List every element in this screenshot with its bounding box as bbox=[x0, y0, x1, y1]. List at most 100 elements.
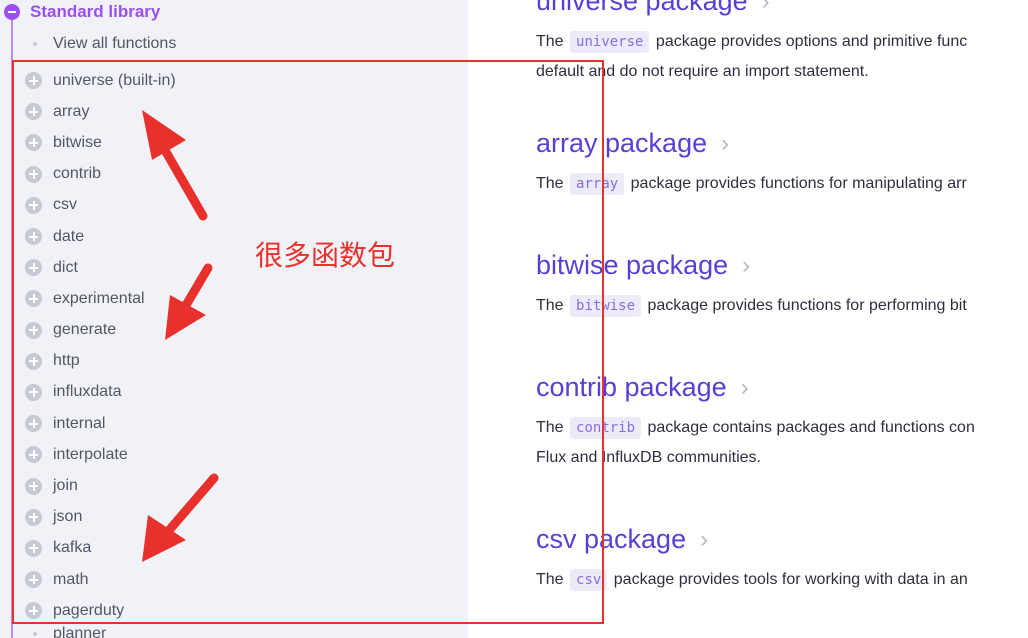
package-list: universe (built-in) array bitwise contrib cs… bbox=[25, 65, 176, 626]
sidebar-item-label[interactable]: csv bbox=[53, 196, 77, 214]
expand-plus-icon[interactable] bbox=[25, 321, 42, 339]
package-title[interactable]: universe package bbox=[536, 0, 748, 17]
sidebar-item-influxdata[interactable]: influxdata bbox=[25, 377, 176, 408]
package-section: universe package › The universe package pr… bbox=[536, 0, 1028, 87]
sidebar-item-label[interactable]: kafka bbox=[53, 539, 91, 557]
expand-plus-icon[interactable] bbox=[25, 571, 42, 589]
sidebar-item-internal[interactable]: internal bbox=[25, 408, 176, 439]
chevron-right-icon: › bbox=[742, 251, 751, 279]
section-label[interactable]: Standard library bbox=[30, 2, 160, 22]
sidebar-item-date[interactable]: date bbox=[25, 221, 176, 252]
sidebar-item-join[interactable]: join bbox=[25, 470, 176, 501]
description-text: package provides functions for performin… bbox=[647, 297, 967, 314]
view-all-label[interactable]: View all functions bbox=[53, 35, 176, 53]
expand-plus-icon[interactable] bbox=[25, 352, 42, 370]
description-text: package contains packages and functions … bbox=[647, 419, 975, 436]
chevron-right-icon: › bbox=[721, 129, 730, 157]
bullet-icon bbox=[33, 42, 37, 46]
chevron-right-icon: › bbox=[740, 373, 749, 401]
expand-plus-icon[interactable] bbox=[25, 103, 42, 121]
package-description: The array package provides functions for… bbox=[536, 169, 1028, 199]
sidebar-item-array[interactable]: array bbox=[25, 96, 176, 127]
sidebar-item-universe[interactable]: universe (built-in) bbox=[25, 65, 176, 96]
expand-plus-icon[interactable] bbox=[25, 72, 42, 90]
expand-plus-icon[interactable] bbox=[25, 539, 42, 557]
sidebar-item-label[interactable]: pagerduty bbox=[53, 602, 124, 620]
expand-plus-icon[interactable] bbox=[25, 134, 42, 152]
sidebar-item-pagerduty[interactable]: pagerduty bbox=[25, 595, 176, 626]
sidebar-item-label[interactable]: contrib bbox=[53, 165, 101, 183]
expand-plus-icon[interactable] bbox=[25, 508, 42, 526]
expand-plus-icon[interactable] bbox=[25, 228, 42, 246]
description-text: The bbox=[536, 33, 564, 50]
collapse-minus-icon[interactable] bbox=[4, 4, 20, 20]
sidebar-item-label[interactable]: generate bbox=[53, 321, 116, 339]
sidebar-item-contrib[interactable]: contrib bbox=[25, 159, 176, 190]
sidebar-item-label[interactable]: planner bbox=[53, 625, 106, 638]
package-section: bitwise package › The bitwise package prov… bbox=[536, 250, 1028, 321]
sidebar-item-http[interactable]: http bbox=[25, 346, 176, 377]
sidebar-item-label[interactable]: math bbox=[53, 571, 89, 589]
package-description-line2: Flux and InfluxDB communities. bbox=[536, 449, 761, 466]
expand-plus-icon[interactable] bbox=[25, 602, 42, 620]
sidebar-item-label[interactable]: date bbox=[53, 228, 84, 246]
expand-plus-icon[interactable] bbox=[25, 259, 42, 277]
sidebar-item-kafka[interactable]: kafka bbox=[25, 533, 176, 564]
description-text: package provides tools for working with … bbox=[613, 571, 968, 588]
sidebar-item-bitwise[interactable]: bitwise bbox=[25, 127, 176, 158]
standard-library-toggle[interactable]: Standard library bbox=[4, 2, 160, 22]
sidebar-item-label[interactable]: array bbox=[53, 103, 89, 121]
expand-plus-icon[interactable] bbox=[25, 165, 42, 183]
description-text: package provides functions for manipulat… bbox=[630, 175, 967, 192]
chevron-right-icon: › bbox=[761, 0, 770, 15]
sidebar-item-label[interactable]: dict bbox=[53, 259, 78, 277]
package-title[interactable]: array package bbox=[536, 128, 707, 159]
sidebar-item-interpolate[interactable]: interpolate bbox=[25, 439, 176, 470]
sidebar-item-label[interactable]: bitwise bbox=[53, 134, 102, 152]
sidebar-item-label[interactable]: experimental bbox=[53, 290, 145, 308]
expand-plus-icon[interactable] bbox=[25, 290, 42, 308]
package-code: csv bbox=[570, 569, 608, 591]
sidebar-item-label[interactable]: internal bbox=[53, 415, 105, 433]
description-text: The bbox=[536, 419, 564, 436]
package-description-line2: default and do not require an import sta… bbox=[536, 63, 869, 80]
expand-plus-icon[interactable] bbox=[25, 477, 42, 495]
package-title-link[interactable]: contrib package › bbox=[536, 372, 1028, 403]
expand-plus-icon[interactable] bbox=[25, 415, 42, 433]
package-description: The universe package provides options an… bbox=[536, 27, 1028, 57]
package-code: bitwise bbox=[570, 295, 642, 317]
package-title[interactable]: bitwise package bbox=[536, 250, 728, 281]
sidebar-item-generate[interactable]: generate bbox=[25, 315, 176, 346]
chevron-right-icon: › bbox=[700, 525, 709, 553]
package-title[interactable]: csv package bbox=[536, 524, 686, 555]
package-title-link[interactable]: universe package › bbox=[536, 0, 1028, 17]
sidebar-item-label[interactable]: json bbox=[53, 508, 82, 526]
sidebar-item-label[interactable]: influxdata bbox=[53, 383, 122, 401]
sidebar-item-dict[interactable]: dict bbox=[25, 252, 176, 283]
description-text: The bbox=[536, 175, 564, 192]
sidebar-item-label[interactable]: join bbox=[53, 477, 78, 495]
package-section: array package › The array package provides… bbox=[536, 128, 1028, 199]
package-code: universe bbox=[570, 31, 650, 53]
description-text: The bbox=[536, 571, 564, 588]
package-title-link[interactable]: bitwise package › bbox=[536, 250, 1028, 281]
expand-plus-icon[interactable] bbox=[25, 446, 42, 464]
package-description: The bitwise package provides functions f… bbox=[536, 291, 1028, 321]
view-all-functions-link[interactable]: View all functions bbox=[33, 34, 176, 54]
package-section: contrib package › The contrib package cont… bbox=[536, 372, 1028, 473]
package-title-link[interactable]: array package › bbox=[536, 128, 1028, 159]
package-title[interactable]: contrib package bbox=[536, 372, 727, 403]
expand-plus-icon[interactable] bbox=[25, 383, 42, 401]
sidebar-item-math[interactable]: math bbox=[25, 564, 176, 595]
sidebar-item-label[interactable]: universe (built-in) bbox=[53, 72, 176, 90]
sidebar-item-planner[interactable]: planner bbox=[33, 625, 106, 638]
package-code: contrib bbox=[570, 417, 642, 439]
sidebar-item-csv[interactable]: csv bbox=[25, 190, 176, 221]
sidebar-item-json[interactable]: json bbox=[25, 502, 176, 533]
sidebar-item-label[interactable]: http bbox=[53, 352, 80, 370]
sidebar-item-experimental[interactable]: experimental bbox=[25, 283, 176, 314]
sidebar-item-label[interactable]: interpolate bbox=[53, 446, 128, 464]
package-title-link[interactable]: csv package › bbox=[536, 524, 1028, 555]
expand-plus-icon[interactable] bbox=[25, 196, 42, 214]
package-code: array bbox=[570, 173, 625, 195]
